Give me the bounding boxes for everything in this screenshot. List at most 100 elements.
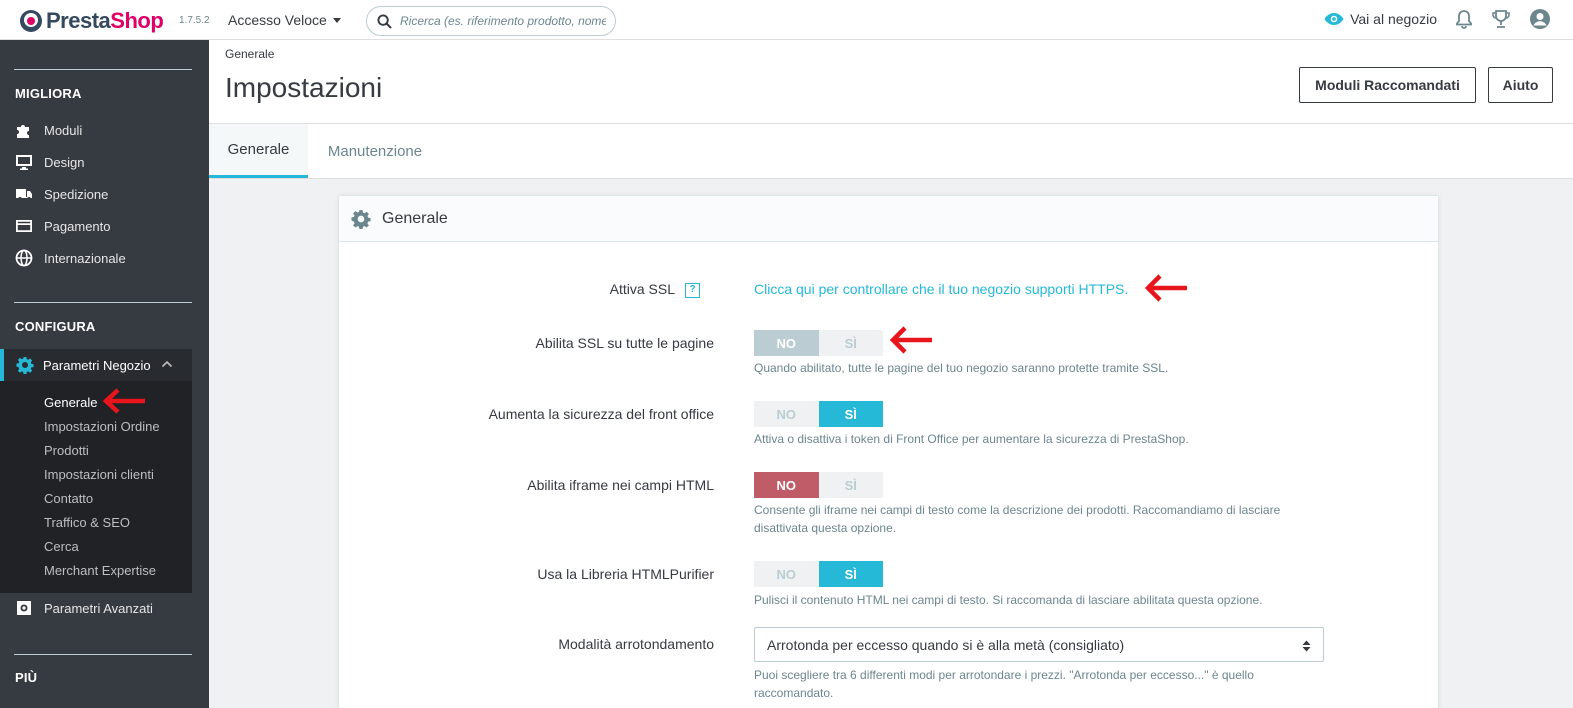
red-arrow-annotation-icon (1144, 274, 1187, 302)
submenu-item-traffic-seo[interactable]: Traffico & SEO (44, 515, 130, 530)
sidebar-item-label: Parametri Negozio (43, 357, 151, 373)
tab-bar: Generale Manutenzione (209, 124, 1573, 179)
sidebar-item-label: Pagamento (44, 218, 111, 234)
help-button[interactable]: Aiuto (1488, 67, 1553, 103)
help-question-icon[interactable]: ? (685, 282, 700, 298)
sidebar-item-label: Design (44, 154, 85, 170)
red-arrow-annotation-icon (889, 326, 932, 354)
purifier-switch[interactable]: NO SÌ (754, 561, 883, 587)
submenu-item-customer-settings[interactable]: Impostazioni clienti (44, 467, 154, 482)
view-shop-link[interactable]: Vai al negozio (1324, 11, 1437, 27)
page-header: Generale Impostazioni Moduli Raccomandat… (209, 40, 1573, 124)
quick-access-label: Accesso Veloce (228, 12, 327, 28)
tab-maintenance[interactable]: Manutenzione (320, 124, 430, 178)
sidebar: MIGLIORA Moduli Design Spedizione Pagame… (0, 40, 209, 708)
purifier-help: Pulisci il contenuto HTML nei campi di t… (754, 593, 1263, 607)
switch-yes-option[interactable]: SÌ (818, 472, 883, 498)
ssl-label: Attiva SSL? (610, 281, 700, 298)
view-shop-label: Vai al negozio (1350, 11, 1437, 27)
recommended-modules-button[interactable]: Moduli Raccomandati (1299, 67, 1476, 103)
submenu-item-general[interactable]: Generale (44, 395, 97, 410)
sidebar-item-label: Parametri Avanzati (44, 600, 153, 616)
sidebar-item-international[interactable]: Internazionale (0, 242, 209, 274)
settings-box-icon (17, 601, 31, 615)
switch-yes-option[interactable]: SÌ (818, 561, 883, 587)
rounding-help-line-1: Puoi scegliere tra 6 differenti modi per… (754, 668, 1254, 682)
monitor-icon (16, 155, 32, 170)
credit-card-icon (16, 220, 32, 232)
switch-no-option[interactable]: NO (754, 330, 819, 356)
puzzle-icon (17, 125, 29, 138)
front-security-switch[interactable]: NO SÌ (754, 401, 883, 427)
submenu-item-merchant-expertise[interactable]: Merchant Expertise (44, 563, 156, 578)
ssl-all-pages-switch[interactable]: NO SÌ (754, 330, 883, 356)
sidebar-section-more: PIÙ (15, 670, 38, 685)
sidebar-divider (14, 302, 192, 303)
submenu-item-contact[interactable]: Contatto (44, 491, 93, 506)
switch-no-option[interactable]: NO (754, 401, 819, 427)
search-input[interactable] (400, 14, 606, 28)
sidebar-item-shipping[interactable]: Spedizione (0, 178, 209, 210)
iframe-label: Abilita iframe nei campi HTML (527, 477, 714, 493)
sidebar-section-improve: MIGLIORA (15, 86, 82, 101)
rounding-mode-value: Arrotonda per eccesso quando si è alla m… (767, 636, 1125, 653)
submenu-item-search[interactable]: Cerca (44, 539, 79, 554)
ssl-all-pages-label: Abilita SSL su tutte le pagine (535, 335, 715, 351)
quick-access-dropdown[interactable]: Accesso Veloce (228, 12, 341, 28)
switch-yes-option[interactable]: SÌ (818, 401, 883, 427)
iframe-help-line-2: disattivata questa opzione. (754, 521, 897, 535)
panel-header: Generale (339, 196, 1438, 242)
page-title: Impostazioni (225, 72, 383, 103)
sidebar-divider (14, 69, 192, 70)
switch-yes-option[interactable]: SÌ (818, 330, 883, 356)
front-security-label: Aumenta la sicurezza del front office (488, 406, 714, 422)
truck-icon (16, 189, 32, 201)
puffin-logo-icon (20, 10, 42, 32)
switch-no-option[interactable]: NO (754, 472, 819, 498)
prestashop-logo[interactable]: PrestaShop (20, 8, 164, 34)
sidebar-item-label: Internazionale (44, 250, 126, 266)
switch-no-option[interactable]: NO (754, 561, 819, 587)
sidebar-item-label: Moduli (44, 122, 83, 138)
front-security-help: Attiva o disattiva i token di Front Offi… (754, 432, 1189, 446)
check-https-link[interactable]: Clicca qui per controllare che il tuo ne… (754, 281, 1128, 297)
header-actions: Vai al negozio (1324, 8, 1551, 30)
trophy-icon[interactable] (1491, 9, 1511, 29)
red-arrow-annotation-icon (102, 388, 145, 414)
submenu-item-products[interactable]: Prodotti (44, 443, 89, 458)
globe-icon (15, 249, 33, 267)
gear-icon (16, 357, 34, 374)
rounding-label: Modalità arrotondamento (558, 636, 714, 652)
search-box[interactable] (366, 6, 616, 36)
sidebar-submenu: Generale Impostazioni Ordine Prodotti Im… (0, 381, 192, 593)
sidebar-section-configure: CONFIGURA (15, 319, 96, 334)
gear-icon (351, 209, 371, 229)
submenu-item-order-settings[interactable]: Impostazioni Ordine (44, 419, 160, 434)
sidebar-item-label: Spedizione (44, 186, 109, 202)
eye-icon (1324, 13, 1344, 25)
iframe-help-line-1: Consente gli iframe nei campi di testo c… (754, 503, 1281, 517)
rounding-mode-select[interactable]: Arrotonda per eccesso quando si è alla m… (754, 627, 1324, 662)
select-arrows-icon (1302, 640, 1311, 652)
ssl-all-pages-help: Quando abilitato, tutte le pagine del tu… (754, 361, 1169, 375)
sidebar-item-shop-parameters[interactable]: Parametri Negozio (0, 349, 192, 381)
rounding-help-line-2: raccomandato. (754, 686, 834, 700)
purifier-label: Usa la Libreria HTMLPurifier (537, 566, 714, 582)
sidebar-item-payment[interactable]: Pagamento (0, 210, 209, 242)
sidebar-item-design[interactable]: Design (0, 146, 209, 178)
chevron-up-icon[interactable] (161, 358, 173, 370)
panel-title: Generale (382, 209, 448, 227)
caret-down-icon (332, 17, 341, 23)
ssl-label-text: Attiva SSL (609, 281, 675, 297)
user-account-icon[interactable] (1529, 8, 1551, 30)
bell-icon[interactable] (1455, 9, 1473, 29)
sidebar-item-advanced-parameters[interactable]: Parametri Avanzati (0, 592, 209, 624)
breadcrumb[interactable]: Generale (225, 47, 274, 61)
sidebar-item-modules[interactable]: Moduli (0, 114, 209, 146)
top-header: PrestaShop 1.7.5.2 Accesso Veloce Vai al… (0, 0, 1573, 40)
tab-general[interactable]: Generale (209, 124, 308, 178)
logo-text: PrestaShop (46, 8, 164, 33)
iframe-switch[interactable]: NO SÌ (754, 472, 883, 498)
search-icon (377, 13, 392, 29)
version-label: 1.7.5.2 (179, 15, 210, 26)
